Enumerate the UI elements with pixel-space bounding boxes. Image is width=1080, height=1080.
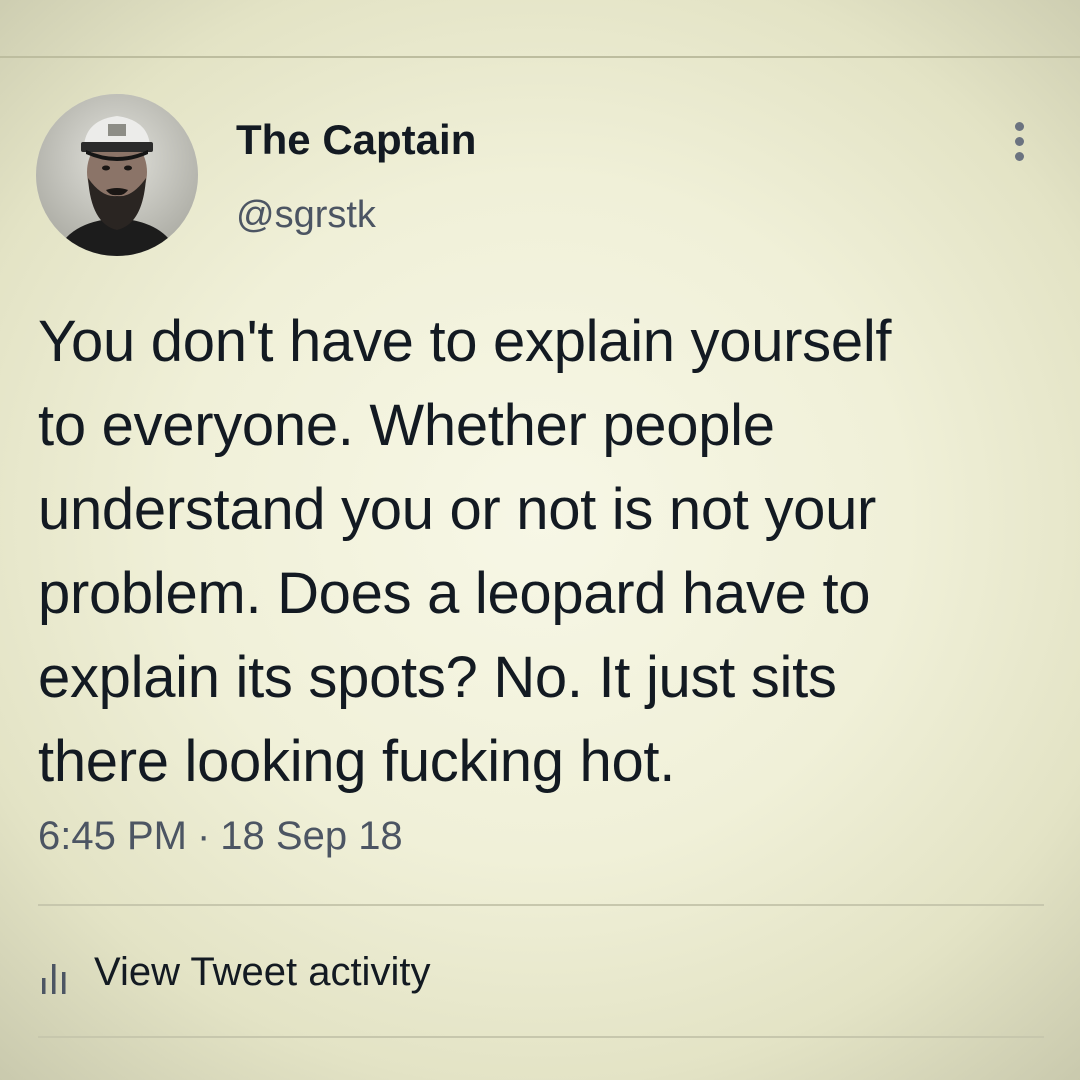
tweet-text-line: understand you or not is not your: [38, 477, 877, 542]
top-divider: [0, 56, 1080, 58]
author-display-name[interactable]: The Captain: [236, 116, 476, 164]
divider: [38, 1036, 1044, 1038]
tweet-text-line: You don't have to explain yourself: [38, 309, 892, 374]
tweet-text-line: problem. Does a leopard have to: [38, 561, 871, 626]
tweet-timestamp[interactable]: 6:45 PM · 18 Sep 18: [38, 814, 403, 859]
more-options-button[interactable]: [1000, 118, 1040, 166]
bar-chart-icon: [42, 964, 66, 994]
tweet-text: You don't have to explain yourself to ev…: [38, 300, 1048, 804]
tweet-text-line: there looking fucking hot.: [38, 729, 676, 794]
more-vertical-icon: [1015, 122, 1024, 131]
timestamp-separator: ·: [196, 814, 211, 858]
author-handle[interactable]: @sgrstk: [236, 194, 376, 237]
view-tweet-activity-label: View Tweet activity: [94, 949, 431, 994]
divider: [38, 904, 1044, 906]
more-vertical-icon-dot: [1015, 152, 1024, 161]
author-avatar[interactable]: [36, 94, 198, 256]
tweet-time: 6:45 PM: [38, 814, 187, 858]
tweet-text-line: explain its spots? No. It just sits: [38, 645, 837, 710]
tweet-date: 18 Sep 18: [220, 814, 403, 858]
view-tweet-activity-button[interactable]: View Tweet activity: [40, 942, 430, 1002]
more-vertical-icon-dot: [1015, 137, 1024, 146]
bearded-man-captain-hat-avatar-icon: [36, 94, 198, 256]
tweet-text-line: to everyone. Whether people: [38, 393, 775, 458]
